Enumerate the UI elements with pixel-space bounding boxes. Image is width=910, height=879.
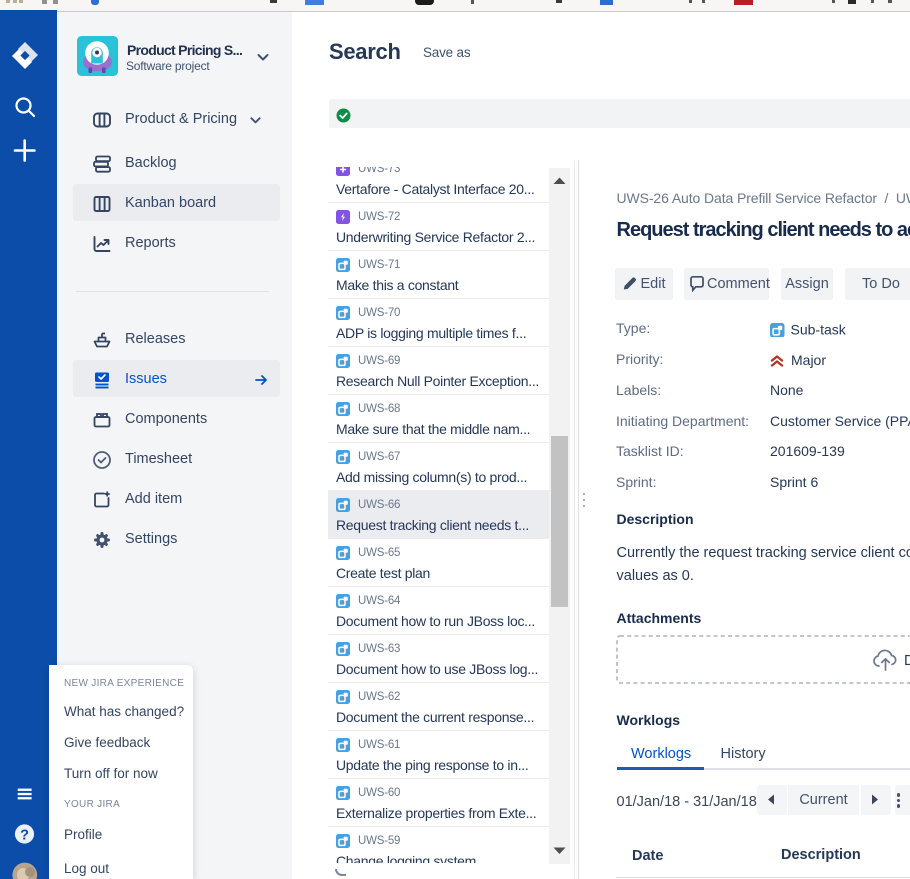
svg-text:?: ?: [20, 827, 29, 843]
